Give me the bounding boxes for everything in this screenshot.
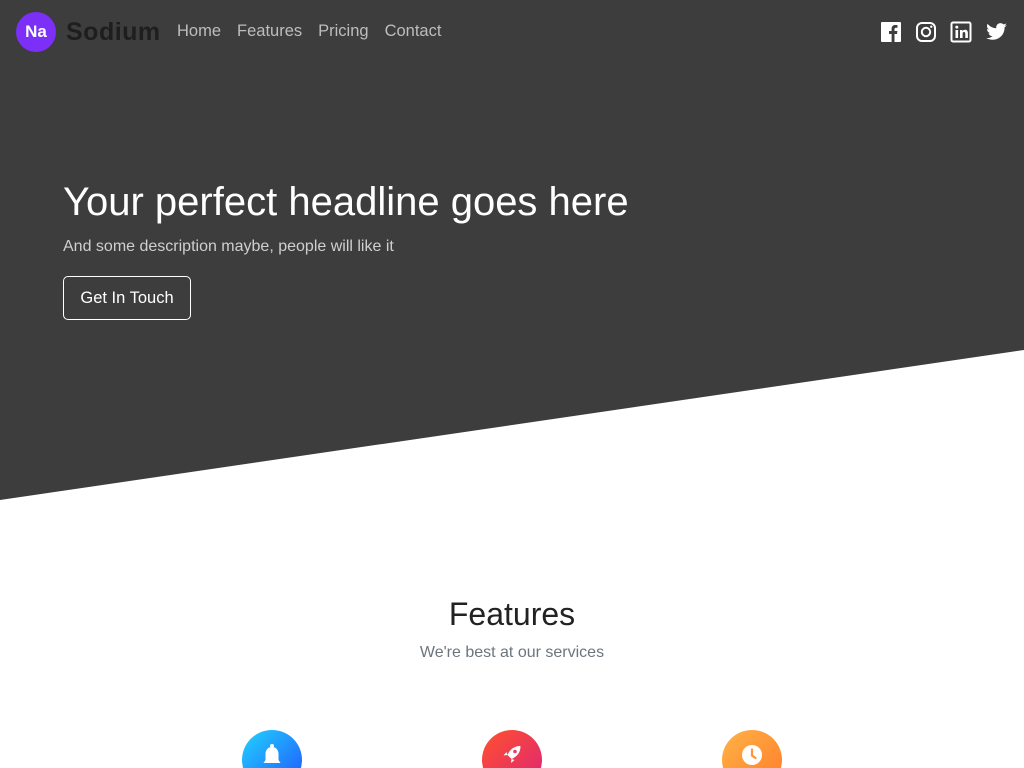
facebook-icon[interactable] xyxy=(879,20,903,44)
instagram-icon[interactable] xyxy=(914,20,938,44)
hero-title: Your perfect headline goes here xyxy=(63,180,629,224)
get-in-touch-button[interactable]: Get In Touch xyxy=(63,276,191,320)
clock-icon xyxy=(742,745,762,765)
nav-links: Home Features Pricing Contact xyxy=(169,22,449,41)
nav-link-features[interactable]: Features xyxy=(229,22,310,41)
hero-description: And some description maybe, people will … xyxy=(63,238,394,255)
rocket-icon xyxy=(503,746,521,763)
linkedin-icon[interactable] xyxy=(949,20,973,44)
brand-badge: Na xyxy=(16,12,56,52)
social-links xyxy=(868,20,1008,44)
nav-link-pricing[interactable]: Pricing xyxy=(310,22,376,41)
bell-icon xyxy=(263,744,281,763)
feature-rocket-badge xyxy=(482,730,542,768)
nav-link-contact[interactable]: Contact xyxy=(377,22,450,41)
brand-name: Sodium xyxy=(66,17,161,46)
features-title: Features xyxy=(448,596,576,632)
feature-bell-badge xyxy=(242,730,302,768)
nav-link-home[interactable]: Home xyxy=(169,22,229,41)
twitter-icon[interactable] xyxy=(984,20,1008,44)
features-subtitle: We're best at our services xyxy=(419,644,605,661)
navbar: Na Sodium Home Features Pricing Contact xyxy=(0,0,1024,64)
feature-clock-badge xyxy=(722,730,782,768)
brand[interactable]: Na Sodium xyxy=(16,12,161,52)
